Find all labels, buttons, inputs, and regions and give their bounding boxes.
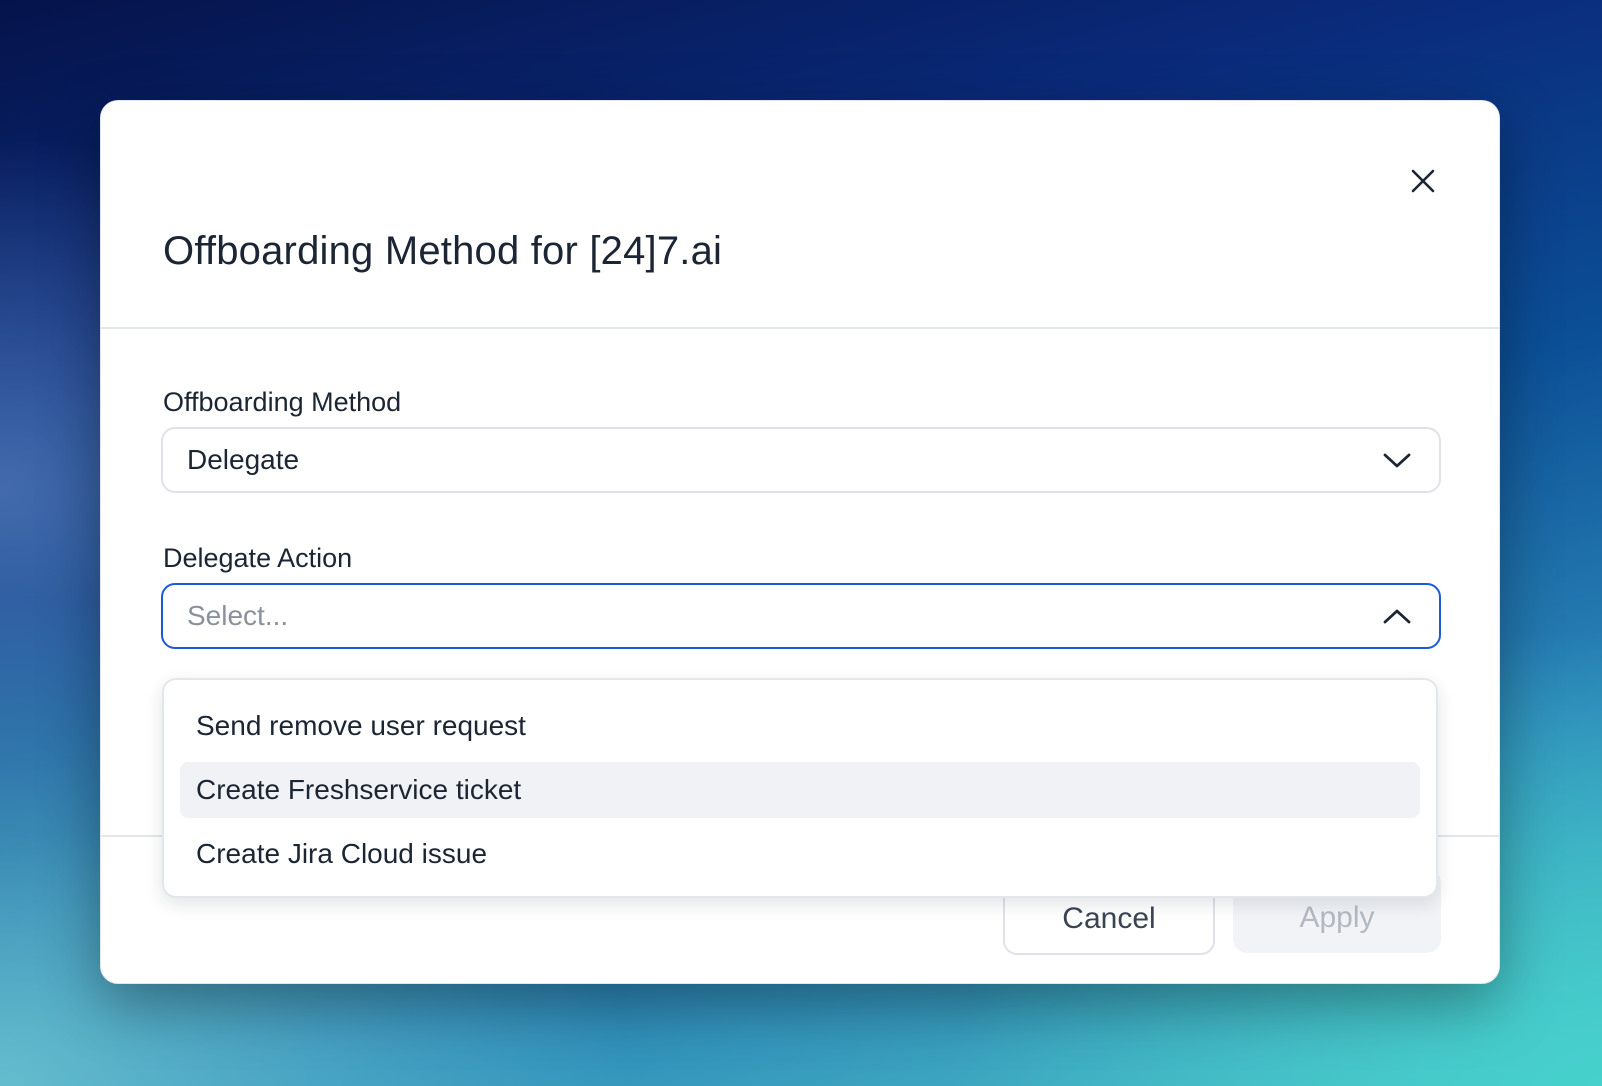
offboarding-method-select[interactable]: Delegate — [161, 427, 1441, 493]
dropdown-option-send-remove-user-request[interactable]: Send remove user request — [180, 698, 1420, 754]
offboarding-method-value: Delegate — [187, 444, 300, 475]
delegate-action-select[interactable]: Select... — [161, 583, 1441, 649]
delegate-action-placeholder: Select... — [187, 600, 289, 631]
chevron-down-icon — [1383, 453, 1411, 468]
modal-title: Offboarding Method for [24]7.ai — [163, 229, 723, 273]
delegate-action-dropdown-menu: Send remove user request Create Freshser… — [162, 678, 1438, 898]
dropdown-option-create-jira-cloud-issue[interactable]: Create Jira Cloud issue — [180, 826, 1420, 882]
dropdown-option-create-freshservice-ticket[interactable]: Create Freshservice ticket — [180, 762, 1420, 818]
close-icon — [1411, 169, 1435, 193]
chevron-up-icon — [1383, 609, 1411, 624]
close-button[interactable] — [1405, 163, 1441, 199]
modal-header: Offboarding Method for [24]7.ai — [101, 101, 1499, 329]
offboarding-method-label: Offboarding Method — [163, 387, 402, 417]
delegate-action-label: Delegate Action — [163, 543, 353, 573]
